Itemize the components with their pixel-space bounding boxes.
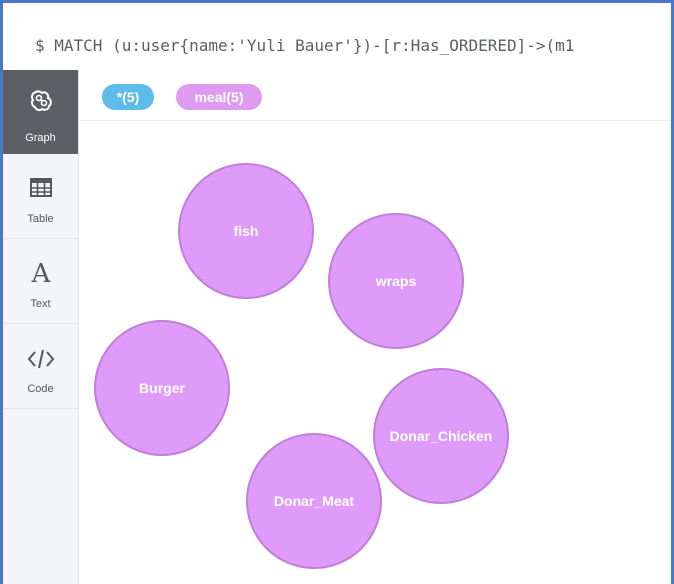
graph-node-burger[interactable]: Burger	[94, 320, 230, 456]
graph-canvas[interactable]: fish wraps Burger Donar_Chicken Donar_Me…	[79, 121, 671, 584]
sidebar-item-label: Table	[27, 213, 54, 225]
sidebar-item-label: Graph	[25, 132, 56, 144]
node-label: Burger	[139, 380, 185, 396]
result-frame: $ MATCH (u:user{name:'Yuli Bauer'})-[r:H…	[0, 0, 674, 584]
sidebar-item-label: Text	[30, 298, 51, 310]
code-icon	[27, 349, 54, 369]
view-sidebar: Graph Table A Text Code	[3, 70, 79, 584]
sidebar-item-label: Code	[27, 383, 54, 395]
label-pill-meal[interactable]: meal(5)	[176, 84, 262, 110]
graph-node-donar-meat[interactable]: Donar_Meat	[246, 433, 382, 569]
sidebar-item-table[interactable]: Table	[3, 155, 78, 239]
sidebar-item-code[interactable]: Code	[3, 325, 78, 409]
node-label: fish	[233, 223, 259, 239]
graph-node-donar-chicken[interactable]: Donar_Chicken	[373, 368, 509, 504]
svg-text:A: A	[30, 259, 51, 286]
text-icon: A	[30, 259, 51, 286]
sidebar-item-text[interactable]: A Text	[3, 240, 78, 324]
graph-node-wraps[interactable]: wraps	[328, 213, 464, 349]
query-text[interactable]: $ MATCH (u:user{name:'Yuli Bauer'})-[r:H…	[35, 36, 574, 55]
sidebar-item-graph[interactable]: Graph	[3, 70, 78, 154]
node-label: wraps	[375, 273, 417, 289]
query-bar: $ MATCH (u:user{name:'Yuli Bauer'})-[r:H…	[3, 3, 671, 71]
node-label: Donar_Meat	[273, 493, 355, 509]
graph-node-fish[interactable]: fish	[178, 163, 314, 299]
graph-icon	[30, 90, 52, 112]
node-label: Donar_Chicken	[389, 428, 493, 444]
label-bar: *(5) meal(5)	[79, 70, 671, 121]
label-pill-all[interactable]: *(5)	[102, 84, 154, 110]
table-icon	[29, 178, 52, 197]
